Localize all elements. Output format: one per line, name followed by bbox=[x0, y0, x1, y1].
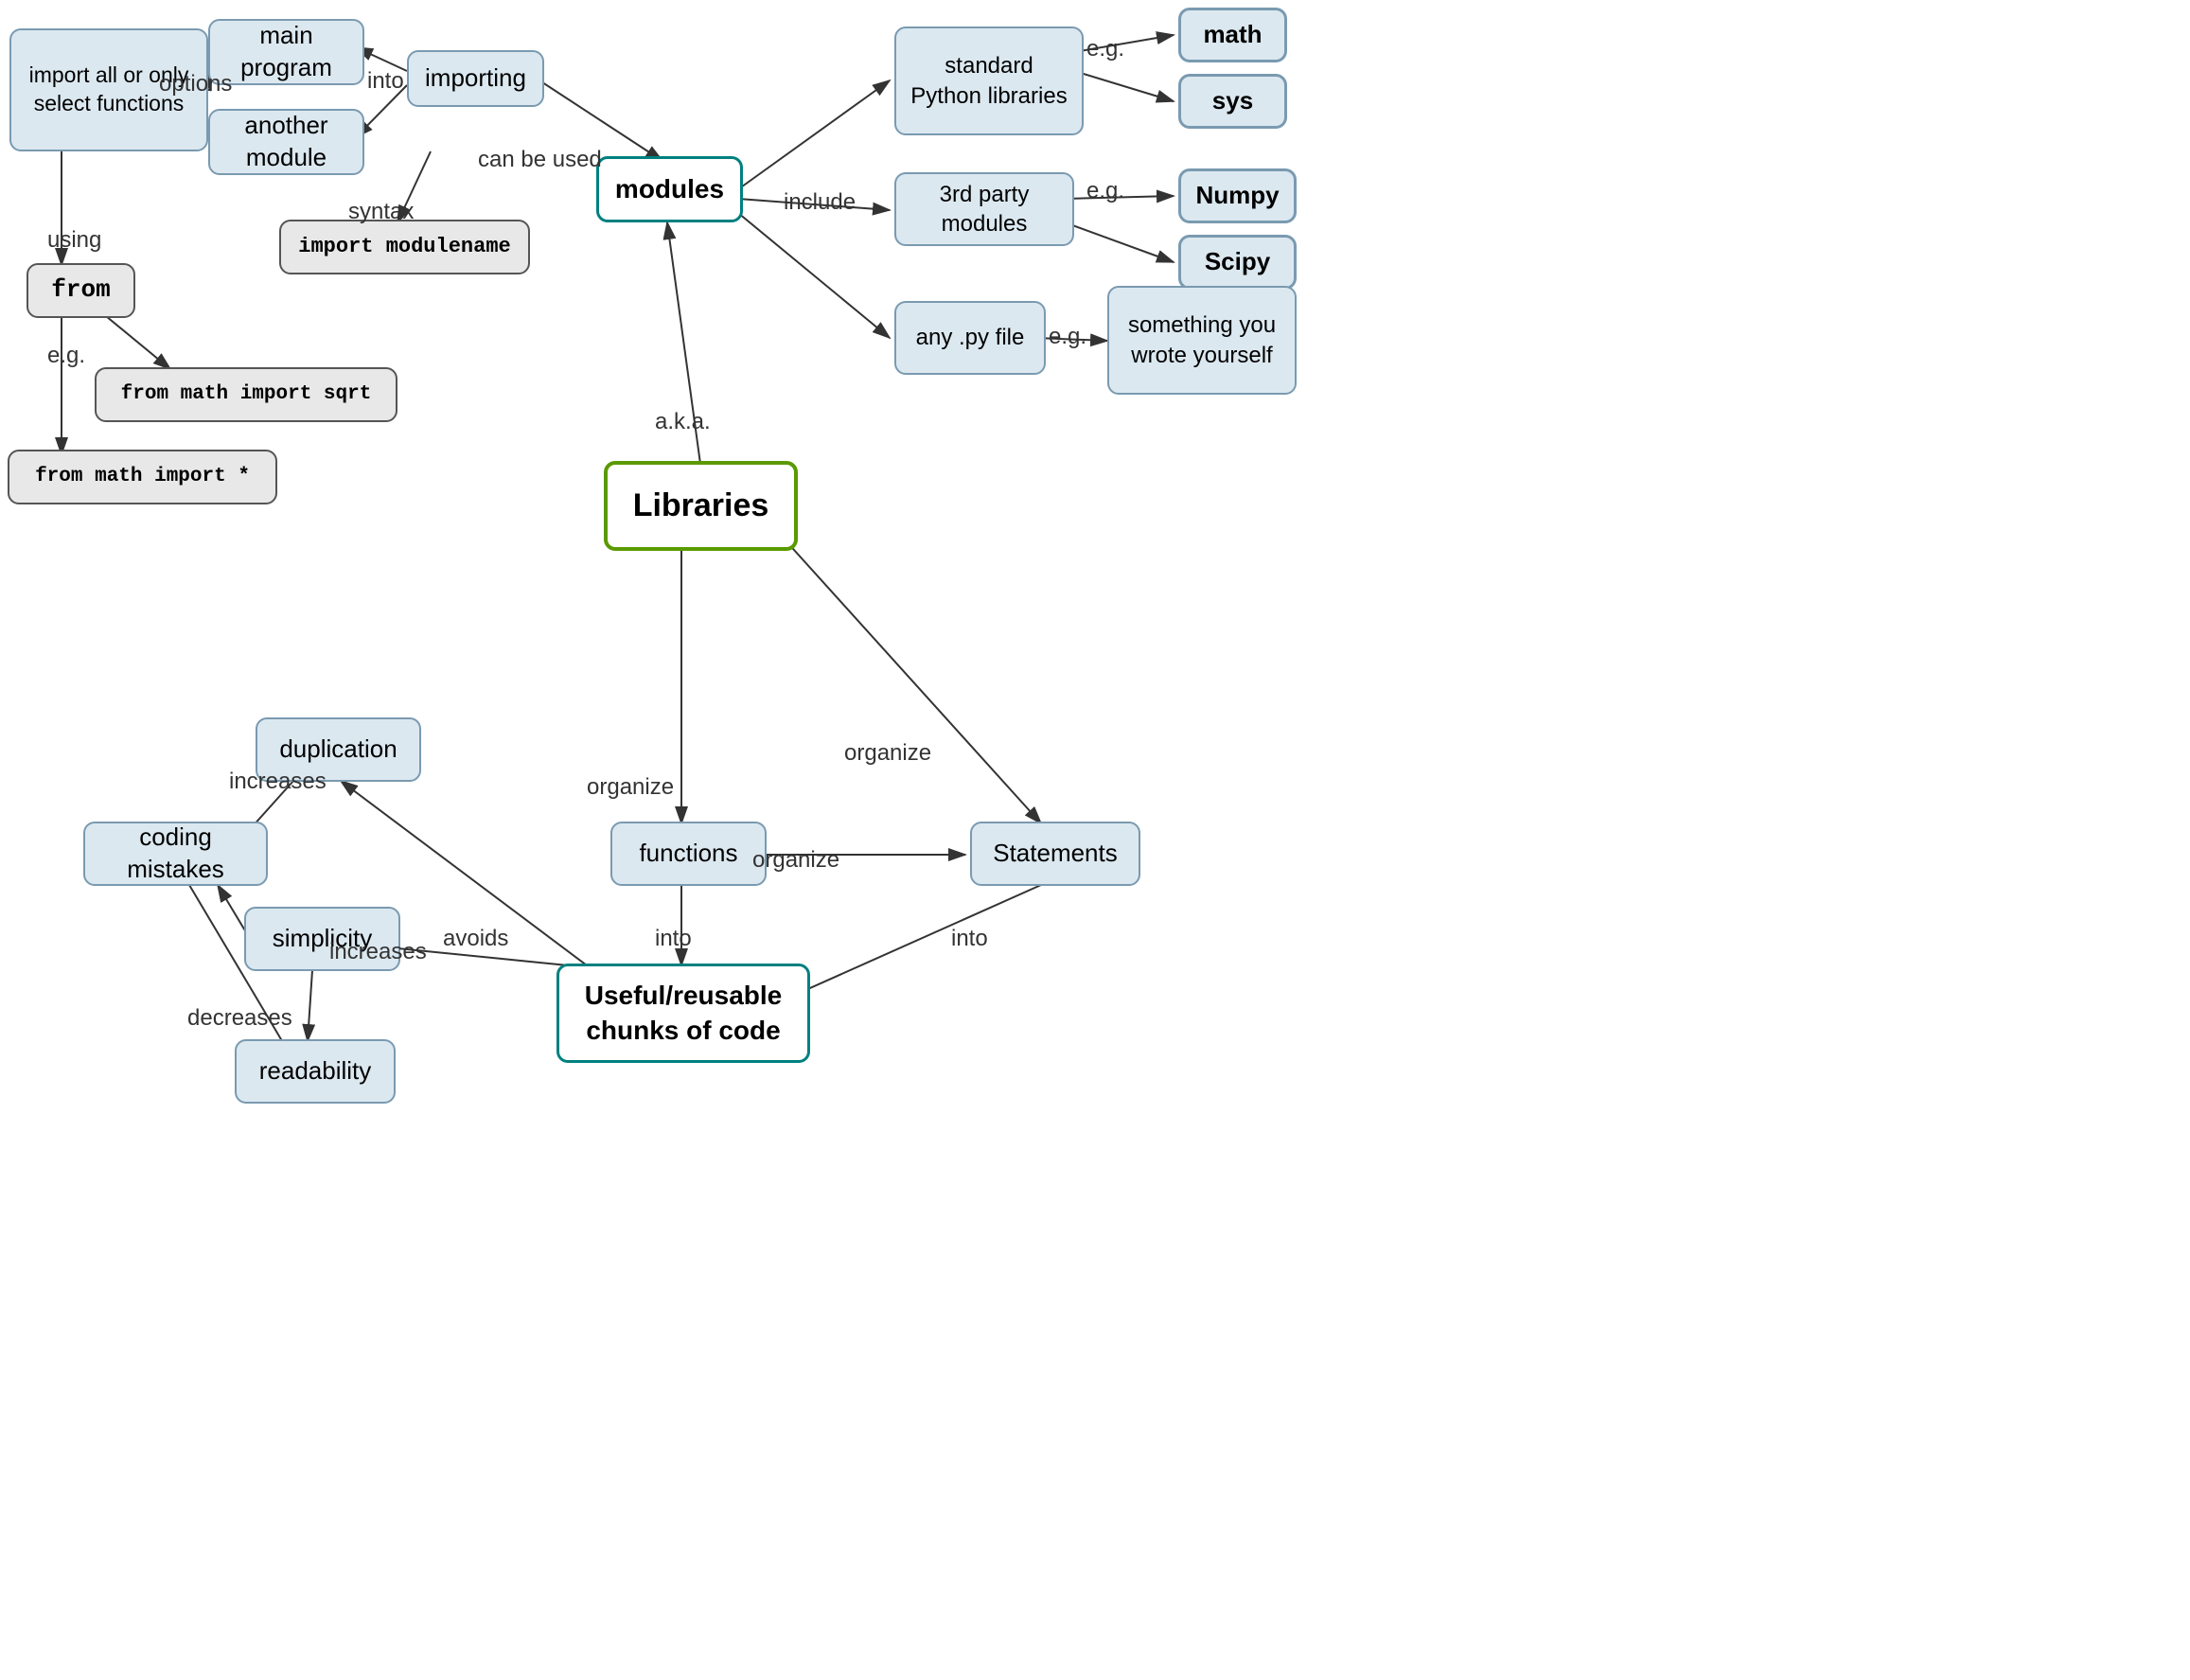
eg-standard-label: e.g. bbox=[1086, 36, 1124, 62]
options-label: options bbox=[159, 71, 232, 97]
from-math-sqrt-node: from math import sqrt bbox=[95, 367, 397, 422]
importing-node: importing bbox=[407, 50, 544, 107]
math-node: math bbox=[1178, 8, 1287, 62]
from-node: from bbox=[26, 263, 135, 318]
syntax-label: syntax bbox=[348, 199, 414, 225]
numpy-node: Numpy bbox=[1178, 168, 1297, 223]
useful-chunks-node: Useful/reusable chunks of code bbox=[556, 964, 810, 1063]
sys-node: sys bbox=[1178, 74, 1287, 129]
modules-node: modules bbox=[596, 156, 743, 222]
organize1-label: organize bbox=[587, 774, 674, 801]
import-modulename-node: import modulename bbox=[279, 220, 530, 274]
can-be-used-label: can be used bbox=[478, 147, 602, 173]
decreases-label: decreases bbox=[187, 1005, 292, 1032]
third-party-node: 3rd party modules bbox=[894, 172, 1074, 246]
aka-label: a.k.a. bbox=[655, 409, 711, 435]
scipy-node: Scipy bbox=[1178, 235, 1297, 290]
include-label: include bbox=[784, 189, 856, 216]
eg1-label: e.g. bbox=[47, 343, 85, 369]
from-math-star-node: from math import * bbox=[8, 450, 277, 504]
readability-node: readability bbox=[235, 1039, 396, 1104]
organize3-label: organize bbox=[752, 847, 839, 874]
something-yourself-node: something you wrote yourself bbox=[1107, 286, 1297, 395]
standard-python-node: standard Python libraries bbox=[894, 27, 1084, 135]
into3-label: into bbox=[951, 926, 988, 952]
into-label: into bbox=[367, 68, 404, 95]
into2-label: into bbox=[655, 926, 692, 952]
coding-mistakes-node: coding mistakes bbox=[83, 822, 268, 886]
eg-third-label: e.g. bbox=[1086, 178, 1124, 204]
statements-node: Statements bbox=[970, 822, 1140, 886]
using-label: using bbox=[47, 227, 101, 254]
organize2-label: organize bbox=[844, 740, 931, 767]
increases2-label: increases bbox=[329, 939, 427, 965]
any-py-node: any .py file bbox=[894, 301, 1046, 375]
functions-node: functions bbox=[610, 822, 767, 886]
another-module-node: another module bbox=[208, 109, 364, 175]
eg-any-label: e.g. bbox=[1049, 324, 1086, 350]
increases1-label: increases bbox=[229, 769, 327, 795]
avoids-label: avoids bbox=[443, 926, 508, 952]
libraries-node: Libraries bbox=[604, 461, 798, 551]
